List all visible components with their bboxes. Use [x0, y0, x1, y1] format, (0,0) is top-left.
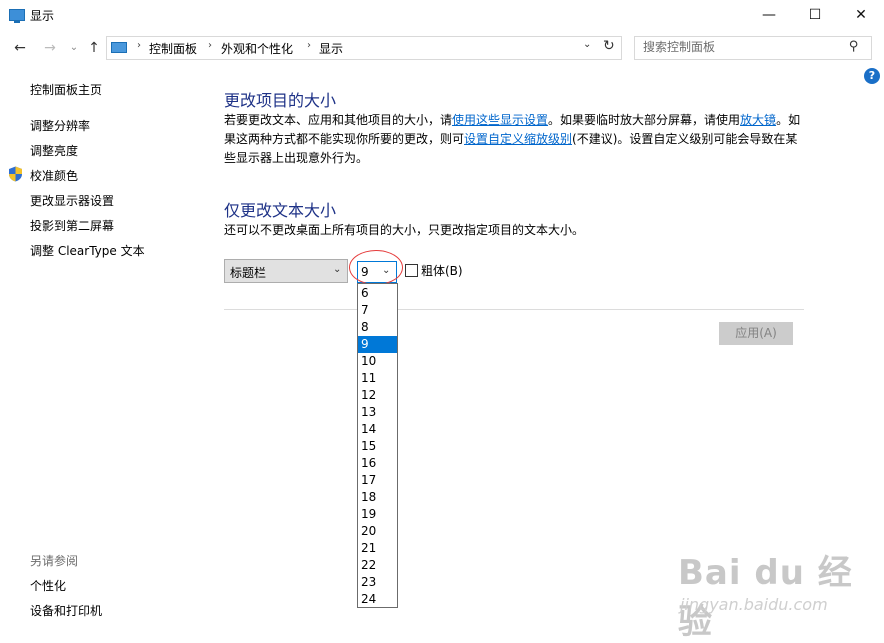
item-type-select[interactable]: 标题栏 ⌄: [224, 259, 348, 283]
address-dropdown-chevron-icon[interactable]: ⌄: [583, 39, 591, 50]
font-size-option[interactable]: 23: [358, 574, 397, 591]
text: 。如: [776, 113, 801, 127]
breadcrumb-appearance[interactable]: 外观和个性化: [221, 40, 293, 57]
font-size-option[interactable]: 9: [358, 336, 397, 353]
font-size-option[interactable]: 22: [358, 557, 397, 574]
text: 果这两种方式都不能实现你所要的更改，则可: [224, 132, 465, 146]
bold-checkbox-label[interactable]: 粗体(B): [421, 262, 463, 279]
help-icon[interactable]: ?: [864, 68, 880, 84]
custom-scaling-link[interactable]: 设置自定义缩放级别: [464, 132, 572, 146]
breadcrumb-display[interactable]: 显示: [319, 40, 343, 57]
text: 。如果要临时放大部分屏幕，请使用: [548, 113, 741, 127]
font-size-option[interactable]: 20: [358, 523, 397, 540]
sidebar-item-change-display-settings[interactable]: 更改显示器设置: [30, 192, 114, 209]
sidebar-item-control-panel-home[interactable]: 控制面板主页: [30, 81, 102, 98]
watermark-url: jingyan.baidu.com: [680, 595, 828, 614]
section1-line2: 果这两种方式都不能实现你所要的更改，则可设置自定义缩放级别(不建议)。设置自定义…: [224, 130, 808, 149]
font-size-select[interactable]: 9 ⌄: [357, 261, 397, 283]
section-title-change-item-size: 更改项目的大小: [224, 91, 337, 110]
breadcrumb-control-panel[interactable]: 控制面板: [149, 40, 197, 57]
font-size-dropdown-list[interactable]: 6 7 8 9 10 11 12 13 14 15 16 17 18 19 20 21 22 23 24: [357, 283, 398, 608]
section1-line3: 些显示器上出现意外行为。: [224, 151, 369, 165]
breadcrumb-separator: ›: [137, 40, 141, 51]
display-settings-link[interactable]: 使用这些显示设置: [452, 113, 548, 127]
sidebar-item-calibrate-color[interactable]: 校准颜色: [30, 167, 78, 184]
forward-arrow-icon[interactable]: →: [40, 38, 60, 58]
font-size-option[interactable]: 12: [358, 387, 397, 404]
font-size-option[interactable]: 15: [358, 438, 397, 455]
display-app-icon: [9, 9, 25, 23]
section-title-text-size-only: 仅更改文本大小: [224, 201, 337, 220]
divider: [224, 309, 804, 310]
chevron-down-icon: ⌄: [382, 265, 391, 276]
font-size-option[interactable]: 10: [358, 353, 397, 370]
font-size-option[interactable]: 21: [358, 540, 397, 557]
breadcrumb-separator: ›: [307, 40, 311, 51]
font-size-option[interactable]: 7: [358, 302, 397, 319]
sidebar-item-project-second-screen[interactable]: 投影到第二屏幕: [30, 217, 114, 234]
section2-description: 还可以不更改桌面上所有项目的大小，只更改指定项目的文本大小。: [224, 223, 585, 237]
font-size-option[interactable]: 16: [358, 455, 397, 472]
minimize-button[interactable]: —: [746, 0, 792, 30]
maximize-button[interactable]: ☐: [792, 0, 838, 30]
see-also-devices-printers[interactable]: 设备和打印机: [30, 602, 102, 619]
text: 若要更改文本、应用和其他项目的大小，请: [224, 113, 453, 127]
refresh-icon[interactable]: ↻: [603, 38, 615, 54]
sidebar-item-adjust-resolution[interactable]: 调整分辨率: [30, 117, 90, 134]
sidebar-item-adjust-cleartype[interactable]: 调整 ClearType 文本: [30, 242, 145, 259]
font-size-option[interactable]: 19: [358, 506, 397, 523]
see-also-personalization[interactable]: 个性化: [30, 577, 66, 594]
bold-checkbox[interactable]: [405, 264, 418, 277]
font-size-option[interactable]: 18: [358, 489, 397, 506]
uac-shield-icon: [9, 166, 22, 182]
font-size-option[interactable]: 17: [358, 472, 397, 489]
chevron-down-icon: ⌄: [333, 264, 342, 275]
item-type-select-value: 标题栏: [230, 266, 267, 280]
search-icon[interactable]: ⚲: [849, 39, 859, 54]
recent-locations-chevron-icon[interactable]: ⌄: [64, 38, 84, 58]
search-box[interactable]: ⚲: [634, 36, 872, 60]
watermark-logo-text: Bai du 经验: [678, 553, 853, 642]
font-size-option[interactable]: 11: [358, 370, 397, 387]
close-button[interactable]: ✕: [838, 0, 884, 30]
sidebar-item-adjust-brightness[interactable]: 调整亮度: [30, 142, 78, 159]
window-title: 显示: [30, 9, 55, 23]
search-input[interactable]: [635, 37, 853, 57]
up-arrow-icon[interactable]: ↑: [84, 38, 104, 58]
section1-line1: 若要更改文本、应用和其他项目的大小，请使用这些显示设置。如果要临时放大部分屏幕，…: [224, 111, 808, 130]
title-bar: 显示 — ☐ ✕: [0, 0, 884, 32]
font-size-select-value: 9: [361, 265, 369, 279]
apply-button[interactable]: 应用(A): [719, 322, 793, 345]
font-size-option[interactable]: 14: [358, 421, 397, 438]
breadcrumb-separator: ›: [208, 40, 212, 51]
address-bar[interactable]: › 控制面板 › 外观和个性化 › 显示 ⌄ ↻: [106, 36, 622, 60]
text: (不建议)。设置自定义级别可能会导致在某: [572, 132, 798, 146]
monitor-icon: [111, 42, 127, 53]
back-arrow-icon[interactable]: ←: [10, 38, 30, 58]
font-size-option[interactable]: 24: [358, 591, 397, 607]
baidu-watermark: Bai du 经验 jingyan.baidu.com: [678, 545, 878, 642]
see-also-heading: 另请参阅: [30, 554, 79, 568]
font-size-option[interactable]: 8: [358, 319, 397, 336]
magnifier-link[interactable]: 放大镜: [740, 113, 776, 127]
font-size-option[interactable]: 6: [358, 285, 397, 302]
font-size-option[interactable]: 13: [358, 404, 397, 421]
section1-description: 若要更改文本、应用和其他项目的大小，请使用这些显示设置。如果要临时放大部分屏幕，…: [224, 111, 808, 168]
